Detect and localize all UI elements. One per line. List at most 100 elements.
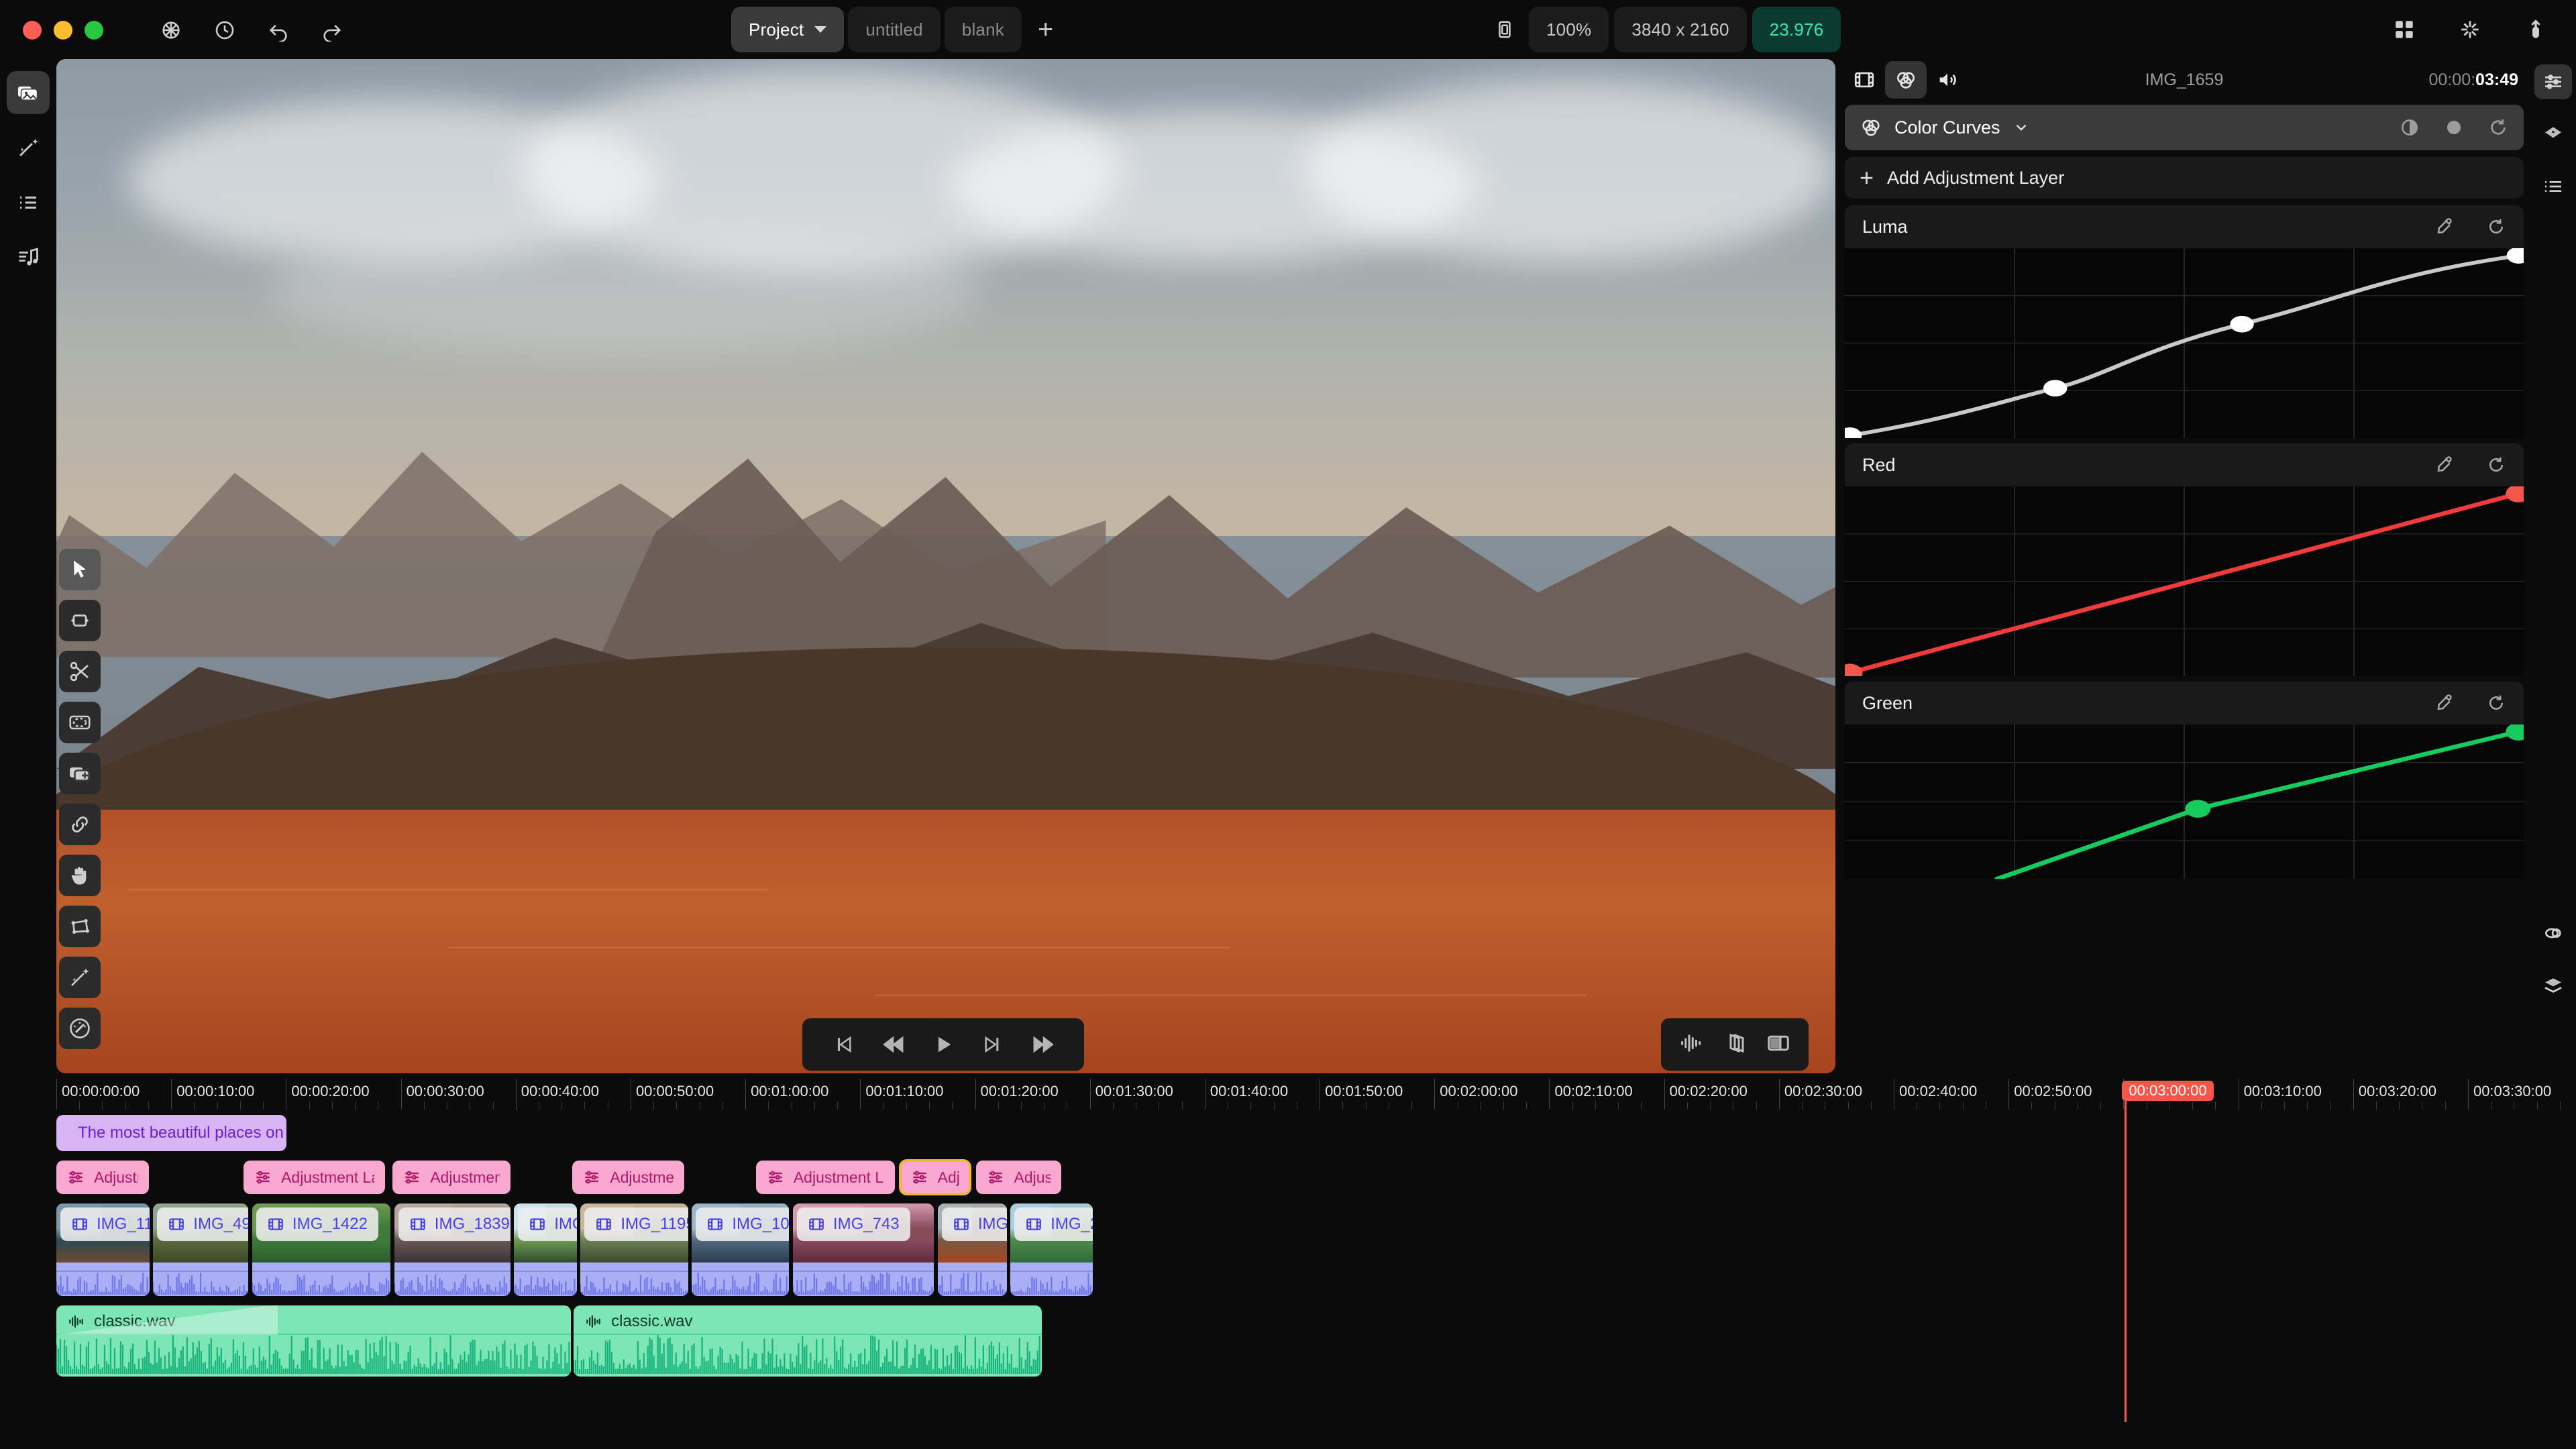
curve-canvas-luma[interactable] bbox=[1845, 248, 2524, 438]
tab-blank[interactable]: blank bbox=[944, 7, 1022, 52]
video-clip[interactable]: IMG_1659 bbox=[937, 1203, 1007, 1296]
add-tab-button[interactable]: + bbox=[1026, 7, 1066, 52]
magic-wand-tool[interactable] bbox=[59, 957, 101, 998]
ruler-subtick bbox=[1342, 1102, 1344, 1110]
reset-icon[interactable] bbox=[2487, 117, 2509, 138]
ruler-subtick bbox=[768, 1102, 769, 1110]
ruler-subtick bbox=[2100, 1102, 2102, 1110]
resolution-value[interactable]: 3840 x 2160 bbox=[1614, 7, 1747, 52]
settings-gear-icon[interactable] bbox=[157, 16, 185, 44]
adjustment-layer-clip[interactable]: Adjustment Layer bbox=[976, 1161, 1062, 1194]
mask-tool[interactable] bbox=[59, 702, 101, 743]
undo-icon[interactable] bbox=[264, 16, 292, 44]
rail-item-inspector[interactable] bbox=[2534, 64, 2572, 99]
sidebar-item-effects[interactable] bbox=[7, 126, 50, 169]
tab-untitled[interactable]: untitled bbox=[848, 7, 941, 52]
audio-clip[interactable]: classic.wav bbox=[574, 1305, 1042, 1377]
redo-icon[interactable] bbox=[318, 16, 346, 44]
adjustment-layer-clip[interactable]: Adjustment Layer bbox=[244, 1161, 386, 1194]
layers-3d-icon[interactable] bbox=[1723, 1031, 1747, 1059]
minimize-button[interactable] bbox=[54, 21, 72, 40]
enable-disable-icon[interactable] bbox=[2443, 117, 2465, 138]
ruler-time-label: 00:02:40:00 bbox=[1899, 1083, 1978, 1099]
export-upload-icon[interactable] bbox=[2522, 16, 2549, 43]
rail-item-keyframe[interactable] bbox=[2534, 916, 2572, 951]
play-icon[interactable] bbox=[928, 1029, 959, 1060]
skip-to-start-icon[interactable] bbox=[827, 1029, 858, 1060]
adjustment-layer-label: Adjustment Layer bbox=[430, 1168, 500, 1186]
project-menu-button[interactable]: Project bbox=[731, 7, 845, 52]
crop-transform-tool[interactable] bbox=[59, 906, 101, 947]
rail-item-properties[interactable] bbox=[2534, 169, 2572, 204]
clip-name-badge: IMG_1142 bbox=[60, 1208, 150, 1241]
video-clip[interactable]: IMG_932 bbox=[514, 1203, 577, 1296]
eyedropper-icon[interactable] bbox=[2435, 217, 2455, 237]
reset-curve-icon[interactable] bbox=[2486, 455, 2506, 475]
top-toolbar: Project untitled blank + 100% 3840 x 216… bbox=[0, 0, 2576, 60]
link-tool[interactable] bbox=[59, 804, 101, 845]
fast-forward-icon[interactable] bbox=[1028, 1029, 1059, 1060]
zoom-level-value[interactable]: 100% bbox=[1529, 7, 1609, 52]
timeline-ruler[interactable]: 00:00:00:00 00:00:10:00 00:00:20:00 00:00:3… bbox=[56, 1079, 2561, 1110]
film-strip-icon bbox=[169, 1218, 184, 1230]
video-preview[interactable] bbox=[56, 59, 1835, 1073]
effect-name: Color Curves bbox=[1894, 117, 2000, 138]
frame-rate-value[interactable]: 23.976 bbox=[1752, 7, 1841, 52]
video-clip[interactable]: IMG_1195 bbox=[580, 1203, 688, 1296]
adjustment-layer-clip-selected[interactable]: Adjustment Layer bbox=[898, 1159, 972, 1195]
audio-waveform-icon[interactable] bbox=[1679, 1031, 1703, 1059]
sidebar-item-list[interactable] bbox=[7, 181, 50, 224]
reset-curve-icon[interactable] bbox=[2486, 693, 2506, 713]
adjustment-layer-clip[interactable]: Adjustment Layer bbox=[572, 1161, 685, 1194]
scissors-cut-tool[interactable] bbox=[59, 651, 101, 692]
add-adjustment-layer-button[interactable]: + Add Adjustment Layer bbox=[1845, 157, 2524, 199]
rewind-icon[interactable] bbox=[877, 1029, 908, 1060]
curve-canvas-green[interactable] bbox=[1845, 724, 2524, 879]
color-wheel-tool[interactable] bbox=[59, 1008, 101, 1049]
adjustment-layer-label: Adjustment Layer bbox=[281, 1168, 374, 1186]
adjustment-layer-clip[interactable]: Adjustment Layer bbox=[56, 1161, 149, 1194]
close-button[interactable] bbox=[23, 21, 42, 40]
text-clip[interactable]: The most beautiful places on earth - 3D bbox=[56, 1115, 287, 1151]
video-clip[interactable]: IMG_1422 bbox=[252, 1203, 391, 1296]
video-clip[interactable]: IMG_1142 bbox=[56, 1203, 150, 1296]
pointer-icon bbox=[74, 560, 86, 578]
effects-sparkle-icon[interactable] bbox=[2457, 16, 2483, 43]
video-clip[interactable]: IMG_294 bbox=[1010, 1203, 1093, 1296]
aspect-ratio-icon[interactable] bbox=[1486, 7, 1523, 52]
add-clip-tool[interactable] bbox=[59, 753, 101, 794]
eyedropper-icon[interactable] bbox=[2435, 455, 2455, 475]
effect-color-curves-row[interactable]: Color Curves bbox=[1845, 105, 2524, 150]
history-clock-icon[interactable] bbox=[211, 16, 239, 44]
zoom-button[interactable] bbox=[85, 21, 103, 40]
ruler-subtick bbox=[263, 1102, 264, 1110]
curve-canvas-red[interactable] bbox=[1845, 486, 2524, 676]
chevron-down-icon[interactable] bbox=[2012, 119, 2030, 136]
hand-pan-tool[interactable] bbox=[59, 855, 101, 896]
video-clip[interactable]: IMG_495 bbox=[153, 1203, 249, 1296]
video-clip[interactable]: IMG_1839 bbox=[394, 1203, 511, 1296]
reset-curve-icon[interactable] bbox=[2486, 217, 2506, 237]
pointer-select-tool[interactable] bbox=[59, 549, 101, 590]
rail-item-layers[interactable] bbox=[2534, 968, 2572, 1003]
audio-clip[interactable]: classic.wav bbox=[56, 1305, 572, 1377]
ruler-subtick bbox=[2399, 1102, 2400, 1110]
adjustment-layer-clip[interactable]: Adjustment Layer bbox=[392, 1161, 511, 1194]
ruler-time-label: 00:00:10:00 bbox=[176, 1083, 255, 1099]
split-view-icon[interactable] bbox=[1766, 1031, 1790, 1059]
adjustment-layer-clip[interactable]: Adjustment Layer bbox=[755, 1161, 896, 1194]
rail-item-color-tag[interactable] bbox=[2534, 117, 2572, 152]
contrast-toggle-icon[interactable] bbox=[2399, 117, 2420, 138]
grid-layout-icon[interactable] bbox=[2391, 16, 2418, 43]
video-clip[interactable]: IMG_743 bbox=[792, 1203, 934, 1296]
skip-forward-icon[interactable] bbox=[978, 1029, 1009, 1060]
ruler-subtick bbox=[331, 1102, 333, 1110]
clip-label: IMG_932 bbox=[554, 1215, 577, 1233]
eyedropper-icon[interactable] bbox=[2435, 693, 2455, 713]
sidebar-item-audio[interactable] bbox=[7, 236, 50, 279]
sidebar-item-media-library[interactable] bbox=[7, 71, 50, 114]
trim-tool[interactable] bbox=[59, 600, 101, 641]
ruler-time-label: 00:02:50:00 bbox=[2014, 1083, 2092, 1099]
video-clip[interactable]: IMG_1043 bbox=[692, 1203, 790, 1296]
playhead[interactable] bbox=[2125, 1093, 2127, 1422]
